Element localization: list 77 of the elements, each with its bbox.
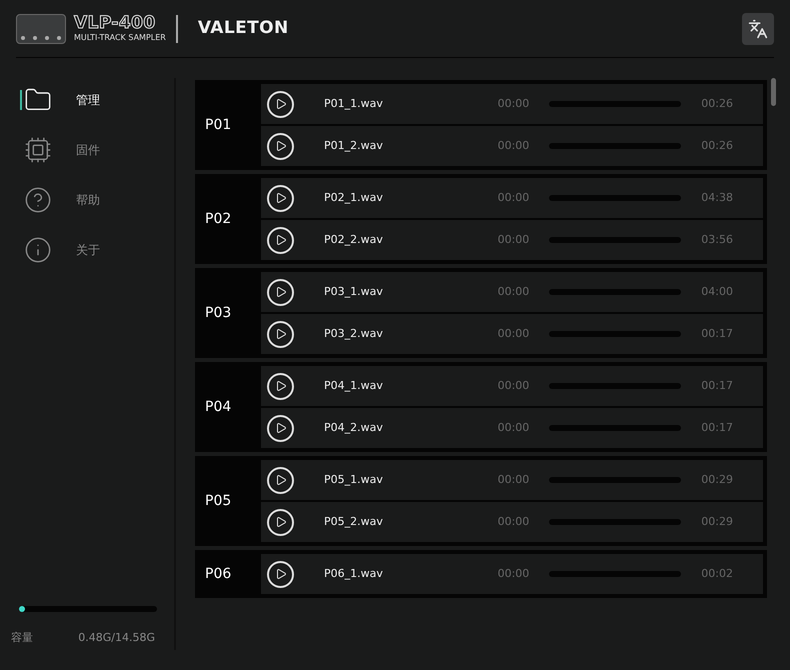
- duration-time: 00:17: [701, 420, 733, 436]
- duration-time: 00:02: [701, 566, 733, 582]
- duration-time: 04:00: [701, 284, 733, 300]
- duration-time: 00:26: [701, 96, 733, 112]
- file-name: P01_2.wav: [324, 138, 384, 154]
- duration-time: 00:17: [701, 378, 733, 394]
- elapsed-time: 00:00: [498, 566, 530, 582]
- play-icon: [274, 192, 286, 204]
- play-icon: [274, 568, 286, 580]
- product-subtitle: MULTI-TRACK SAMPLER: [74, 34, 166, 42]
- file-name: P05_1.wav: [324, 472, 384, 488]
- duration-time: 03:56: [701, 232, 733, 248]
- file-name: P04_2.wav: [324, 420, 384, 436]
- elapsed-time: 00:00: [498, 514, 530, 530]
- elapsed-time: 00:00: [498, 420, 530, 436]
- elapsed-time: 00:00: [498, 96, 530, 112]
- play-button[interactable]: [267, 90, 294, 118]
- file-name: P01_1.wav: [324, 96, 384, 112]
- nav-item[interactable]: 帮助: [0, 186, 174, 214]
- file-name: P06_1.wav: [324, 566, 384, 582]
- preset-name: P02: [205, 210, 232, 228]
- play-button[interactable]: [267, 320, 294, 348]
- file-name: P02_1.wav: [324, 190, 384, 206]
- file-name: P05_2.wav: [324, 514, 384, 530]
- translate-icon: [748, 18, 768, 38]
- duration-time: 00:29: [701, 514, 733, 530]
- elapsed-time: 00:00: [498, 472, 530, 488]
- play-button[interactable]: [267, 372, 294, 400]
- elapsed-time: 00:00: [498, 378, 530, 394]
- nav-item[interactable]: 关于: [0, 236, 174, 264]
- preset-name: P04: [205, 398, 232, 416]
- file-name: P03_1.wav: [324, 284, 384, 300]
- play-button[interactable]: [267, 560, 294, 588]
- duration-time: 04:38: [701, 190, 733, 206]
- play-button[interactable]: [267, 414, 294, 442]
- play-icon: [274, 286, 286, 298]
- play-button[interactable]: [267, 226, 294, 254]
- play-icon: [274, 380, 286, 392]
- play-icon: [274, 234, 286, 246]
- device-drawing: [16, 14, 66, 44]
- play-button[interactable]: [267, 184, 294, 212]
- nav-item[interactable]: 管理: [0, 86, 174, 114]
- duration-time: 00:26: [701, 138, 733, 154]
- elapsed-time: 00:00: [498, 190, 530, 206]
- storage-value: 0.48G/14.58G: [78, 630, 155, 646]
- play-icon: [274, 328, 286, 340]
- nav-item[interactable]: 固件: [0, 136, 174, 164]
- play-icon: [274, 422, 286, 434]
- brand-logo: VALETON: [198, 16, 289, 40]
- play-icon: [274, 474, 286, 486]
- preset-name: P03: [205, 304, 232, 322]
- elapsed-time: 00:00: [498, 284, 530, 300]
- file-name: P03_2.wav: [324, 326, 384, 342]
- chip-icon: [24, 136, 52, 164]
- preset-name: P01: [205, 116, 232, 134]
- help-icon: [24, 186, 52, 214]
- elapsed-time: 00:00: [498, 138, 530, 154]
- file-name: P04_1.wav: [324, 378, 384, 394]
- info-icon: [24, 236, 52, 264]
- duration-time: 00:29: [701, 472, 733, 488]
- language-button[interactable]: [742, 12, 774, 44]
- duration-time: 00:17: [701, 326, 733, 342]
- preset-name: P05: [205, 492, 232, 510]
- scrollbar-thumb[interactable]: [771, 78, 776, 106]
- product-name: VLP-400: [74, 15, 157, 32]
- play-icon: [274, 516, 286, 528]
- storage-label: 容量: [11, 630, 33, 646]
- elapsed-time: 00:00: [498, 232, 530, 248]
- file-name: P02_2.wav: [324, 232, 384, 248]
- play-icon: [274, 140, 286, 152]
- play-button[interactable]: [267, 278, 294, 306]
- elapsed-time: 00:00: [498, 326, 530, 342]
- play-button[interactable]: [267, 132, 294, 160]
- preset-name: P06: [205, 564, 232, 584]
- play-icon: [274, 98, 286, 110]
- play-button[interactable]: [267, 466, 294, 494]
- play-button[interactable]: [267, 508, 294, 536]
